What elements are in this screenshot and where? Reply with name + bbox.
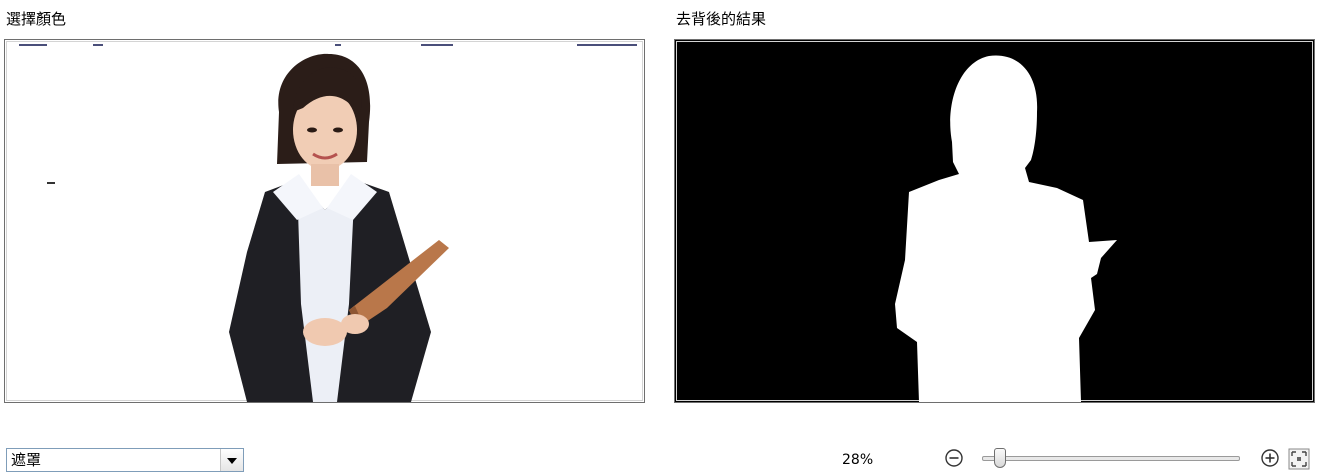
color-picker-canvas[interactable]	[4, 39, 645, 403]
fit-to-window-icon[interactable]	[1288, 448, 1310, 470]
mode-dropdown[interactable]: 遮罩	[6, 448, 244, 472]
zoom-level-readout: 28%	[842, 452, 874, 468]
mask-result-canvas	[674, 39, 1315, 403]
left-panel-title: 選擇顏色	[6, 10, 67, 28]
chevron-down-icon[interactable]	[220, 449, 243, 471]
mask-silhouette	[895, 55, 1117, 402]
zoom-in-icon[interactable]	[1260, 448, 1280, 468]
right-panel-title: 去背後的結果	[676, 10, 767, 28]
presenter-photo	[19, 44, 637, 402]
zoom-out-icon[interactable]	[944, 448, 964, 468]
zoom-slider-thumb[interactable]	[994, 448, 1007, 468]
mode-dropdown-value: 遮罩	[11, 451, 42, 469]
zoom-slider-track[interactable]	[982, 456, 1240, 461]
